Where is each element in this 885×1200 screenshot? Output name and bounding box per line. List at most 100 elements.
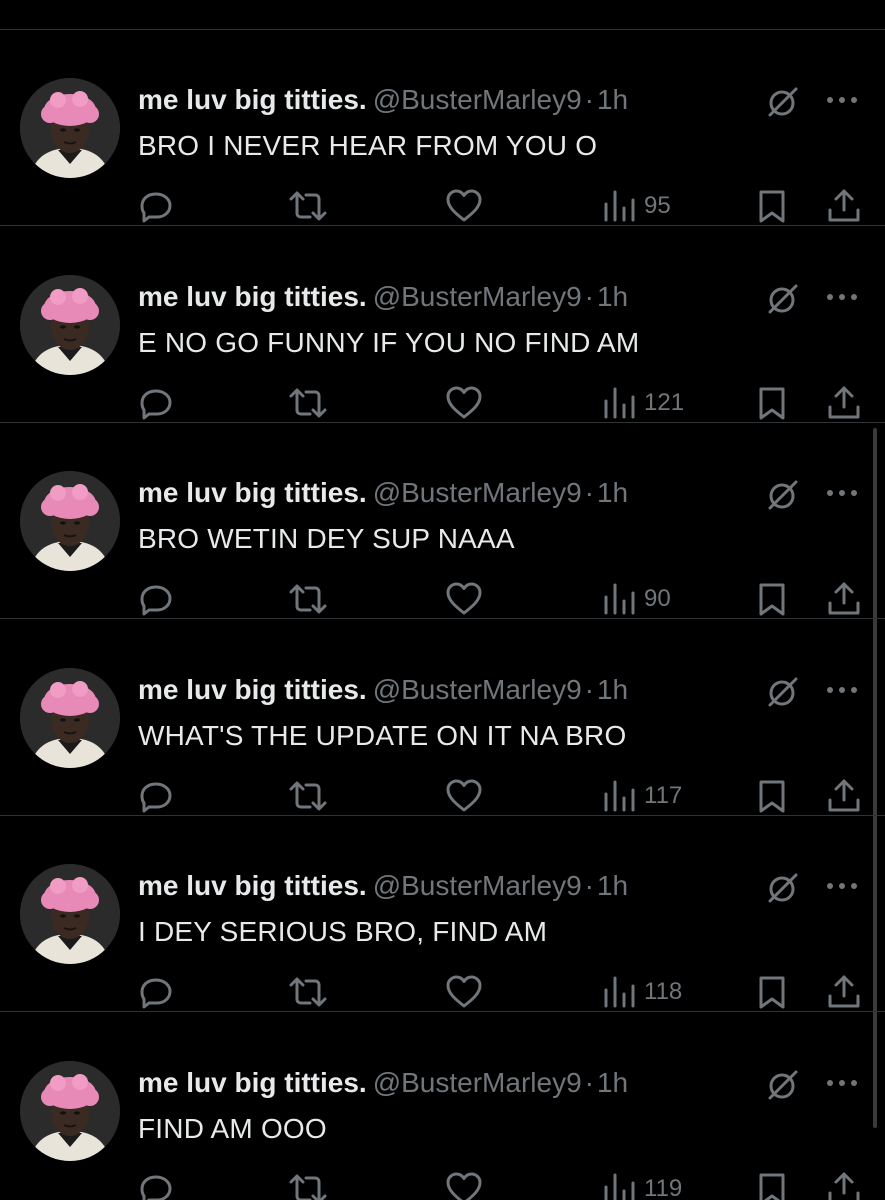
user-handle[interactable]: @BusterMarley9 bbox=[373, 477, 582, 508]
reply-button[interactable] bbox=[136, 383, 176, 423]
bookmark-button[interactable] bbox=[754, 776, 790, 816]
timestamp[interactable]: 1h bbox=[597, 281, 628, 312]
tweet[interactable]: me luv big titties. @BusterMarley9 · 1h FIN… bbox=[0, 1013, 885, 1200]
share-button[interactable] bbox=[824, 383, 864, 423]
display-name[interactable]: me luv big titties. bbox=[138, 870, 367, 901]
views-button[interactable]: 118 bbox=[602, 972, 682, 1012]
tweet-text: I DEY SERIOUS BRO, FIND AM bbox=[138, 916, 548, 947]
timestamp[interactable]: 1h bbox=[597, 870, 628, 901]
retweet-button[interactable] bbox=[286, 186, 330, 226]
retweet-button[interactable] bbox=[286, 972, 330, 1012]
user-handle[interactable]: @BusterMarley9 bbox=[373, 1067, 582, 1098]
avatar[interactable] bbox=[20, 667, 120, 768]
reply-button[interactable] bbox=[136, 1169, 176, 1200]
retweet-button[interactable] bbox=[286, 579, 330, 619]
bookmark-button[interactable] bbox=[754, 383, 790, 423]
share-button[interactable] bbox=[824, 972, 864, 1012]
more-options-icon[interactable] bbox=[822, 871, 862, 901]
like-button[interactable] bbox=[443, 972, 485, 1012]
timestamp[interactable]: 1h bbox=[597, 84, 628, 115]
tweet-actions: 117 bbox=[0, 776, 885, 816]
retweet-button[interactable] bbox=[286, 383, 330, 423]
heart-icon bbox=[446, 779, 482, 811]
tweet[interactable]: me luv big titties. @BusterMarley9 · 1h WHA… bbox=[0, 620, 885, 816]
bookmark-button[interactable] bbox=[754, 186, 790, 226]
share-button[interactable] bbox=[824, 1169, 864, 1200]
display-name[interactable]: me luv big titties. bbox=[138, 674, 367, 705]
more-options-icon[interactable] bbox=[822, 1068, 862, 1098]
more-options-icon[interactable] bbox=[822, 478, 862, 508]
more-options-icon[interactable] bbox=[822, 282, 862, 312]
retweet-icon bbox=[289, 191, 327, 221]
reply-button[interactable] bbox=[136, 972, 176, 1012]
grok-icon[interactable] bbox=[766, 675, 800, 709]
retweet-button[interactable] bbox=[286, 1169, 330, 1200]
like-button[interactable] bbox=[443, 186, 485, 226]
separator: · bbox=[584, 84, 594, 115]
timestamp[interactable]: 1h bbox=[597, 1067, 628, 1098]
bookmark-button[interactable] bbox=[754, 972, 790, 1012]
display-name[interactable]: me luv big titties. bbox=[138, 477, 367, 508]
timestamp[interactable]: 1h bbox=[597, 477, 628, 508]
user-handle[interactable]: @BusterMarley9 bbox=[373, 674, 582, 705]
avatar[interactable] bbox=[20, 864, 120, 964]
reply-button[interactable] bbox=[136, 186, 176, 226]
bookmark-button[interactable] bbox=[754, 579, 790, 619]
like-button[interactable] bbox=[443, 579, 485, 619]
avatar[interactable] bbox=[20, 78, 120, 178]
retweet-button[interactable] bbox=[286, 776, 330, 816]
tweet-actions: 118 bbox=[0, 972, 885, 1012]
grok-icon[interactable] bbox=[766, 282, 800, 316]
display-name[interactable]: me luv big titties. bbox=[138, 281, 367, 312]
tweet-text: BRO I NEVER HEAR FROM YOU O bbox=[138, 130, 598, 161]
tweet[interactable]: me luv big titties. @BusterMarley9 · 1h I D… bbox=[0, 816, 885, 1012]
like-button[interactable] bbox=[443, 776, 485, 816]
bookmark-button[interactable] bbox=[754, 1169, 790, 1200]
tweet-header: me luv big titties. @BusterMarley9 · 1h bbox=[138, 1065, 628, 1101]
retweet-icon bbox=[289, 977, 327, 1007]
share-button[interactable] bbox=[824, 776, 864, 816]
separator: · bbox=[584, 280, 594, 312]
tweet-header: me luv big titties. @BusterMarley9 · 1h bbox=[138, 475, 628, 511]
grok-icon[interactable] bbox=[766, 478, 800, 512]
user-handle[interactable]: @BusterMarley9 bbox=[373, 870, 582, 901]
retweet-icon bbox=[289, 584, 327, 614]
more-options-icon[interactable] bbox=[822, 85, 862, 115]
grok-icon[interactable] bbox=[766, 85, 800, 119]
reply-icon bbox=[140, 585, 172, 616]
bookmark-icon bbox=[759, 976, 785, 1009]
like-button[interactable] bbox=[443, 1169, 485, 1200]
views-count: 90 bbox=[644, 585, 671, 612]
timestamp[interactable]: 1h bbox=[597, 674, 628, 705]
user-handle[interactable]: @BusterMarley9 bbox=[373, 84, 582, 115]
views-button[interactable]: 121 bbox=[602, 383, 684, 423]
user-handle[interactable]: @BusterMarley9 bbox=[373, 281, 582, 312]
display-name[interactable]: me luv big titties. bbox=[138, 84, 367, 115]
reply-icon bbox=[140, 389, 172, 419]
grok-icon[interactable] bbox=[766, 871, 800, 905]
tweet[interactable]: me luv big titties. @BusterMarley9 · 1h E N… bbox=[0, 227, 885, 423]
grok-icon[interactable] bbox=[766, 1068, 800, 1102]
top-divider bbox=[0, 29, 885, 30]
share-icon bbox=[828, 975, 860, 1008]
reply-button[interactable] bbox=[136, 776, 176, 816]
views-button[interactable]: 95 bbox=[602, 186, 671, 226]
avatar[interactable] bbox=[20, 471, 120, 571]
avatar[interactable] bbox=[20, 274, 120, 375]
tweet-header: me luv big titties. @BusterMarley9 · 1h bbox=[138, 868, 628, 904]
views-button[interactable]: 90 bbox=[602, 579, 671, 619]
display-name[interactable]: me luv big titties. bbox=[138, 1067, 367, 1098]
retweet-icon bbox=[289, 1174, 327, 1200]
tweet[interactable]: me luv big titties. @BusterMarley9 · 1h BRO… bbox=[0, 423, 885, 619]
like-button[interactable] bbox=[443, 383, 485, 423]
more-options-icon[interactable] bbox=[822, 675, 862, 705]
reply-button[interactable] bbox=[136, 579, 176, 619]
views-icon bbox=[604, 387, 635, 418]
avatar[interactable] bbox=[20, 1060, 120, 1161]
views-button[interactable]: 119 bbox=[602, 1169, 682, 1200]
share-button[interactable] bbox=[824, 186, 864, 226]
tweet[interactable]: me luv big titties. @BusterMarley9 · 1h BRO… bbox=[0, 30, 885, 226]
share-button[interactable] bbox=[824, 579, 864, 619]
views-button[interactable]: 117 bbox=[602, 776, 682, 816]
tweet-text: FIND AM OOO bbox=[138, 1112, 327, 1144]
